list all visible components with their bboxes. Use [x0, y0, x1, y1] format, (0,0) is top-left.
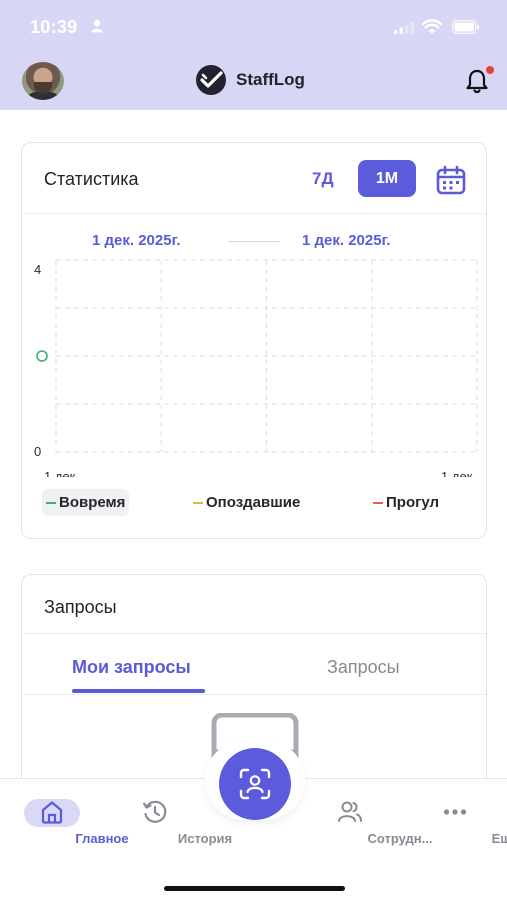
legend-absent-label: Прогул: [386, 494, 440, 511]
nav-label-history: История: [177, 831, 233, 846]
statistics-card: Статистика 7Д 1М 1 дек. 2025г. 1 дек. 20…: [21, 142, 487, 539]
users-icon: [338, 801, 362, 822]
face-scan-button[interactable]: [219, 748, 291, 820]
x-tick-label: 1 дек.: [441, 469, 476, 477]
card-divider: [22, 633, 486, 634]
more-icon: [443, 809, 467, 815]
calendar-icon[interactable]: [436, 165, 466, 195]
home-icon: [41, 801, 63, 824]
app-name: StaffLog: [236, 70, 305, 89]
date-from[interactable]: 1 дек. 2025г.: [92, 232, 181, 249]
period-tab-7d[interactable]: 7Д: [312, 169, 334, 189]
stafflog-logo-icon: [196, 65, 226, 95]
face-scan-icon: [239, 768, 271, 800]
nav-label-home: Главное: [75, 831, 129, 846]
active-tab-indicator: [72, 689, 205, 693]
data-point-ontime: [36, 350, 48, 362]
y-tick-label: 0: [34, 444, 41, 459]
date-to[interactable]: 1 дек. 2025г.: [302, 232, 391, 249]
legend-ontime-label: Вовремя: [59, 494, 126, 511]
x-tick-label: 1 дек.: [44, 469, 79, 477]
legend-late[interactable]: Опоздавшие: [193, 494, 300, 511]
status-time: 10:39: [30, 17, 78, 37]
home-indicator: [164, 886, 345, 891]
battery-icon: [452, 20, 479, 34]
tabs-divider: [22, 694, 486, 695]
y-tick-label: 4: [34, 262, 41, 277]
nav-label-staff: Сотрудн...: [367, 831, 433, 846]
person-status-icon: [91, 19, 103, 33]
requests-title: Запросы: [44, 597, 117, 617]
notification-badge: [486, 66, 494, 74]
date-range-separator: [228, 241, 280, 242]
legend-absent[interactable]: Прогул: [373, 494, 439, 511]
tab-my-requests[interactable]: Мои запросы: [72, 657, 191, 678]
attendance-chart: 4 0 1 дек. 1 дек.: [34, 259, 478, 477]
app-logo: StaffLog: [194, 64, 305, 96]
history-icon: [142, 800, 167, 823]
tab-requests[interactable]: Запросы: [327, 657, 400, 678]
nav-label-more: Еще: [491, 831, 507, 846]
top-header: 10:39 StaffLog: [0, 0, 507, 110]
wifi-icon: [422, 19, 442, 34]
legend-late-label: Опоздавшие: [206, 494, 301, 511]
statistics-title: Статистика: [44, 169, 139, 189]
bell-icon[interactable]: [465, 68, 489, 94]
card-divider: [22, 213, 486, 214]
cellular-signal-icon: [394, 22, 414, 34]
legend-absent-swatch: [373, 501, 383, 504]
period-tab-1m[interactable]: 1М: [358, 160, 416, 197]
legend-late-swatch: [193, 501, 203, 504]
legend-ontime-swatch: [46, 501, 56, 504]
legend-ontime[interactable]: Вовремя: [42, 489, 130, 516]
user-avatar[interactable]: [22, 62, 64, 100]
